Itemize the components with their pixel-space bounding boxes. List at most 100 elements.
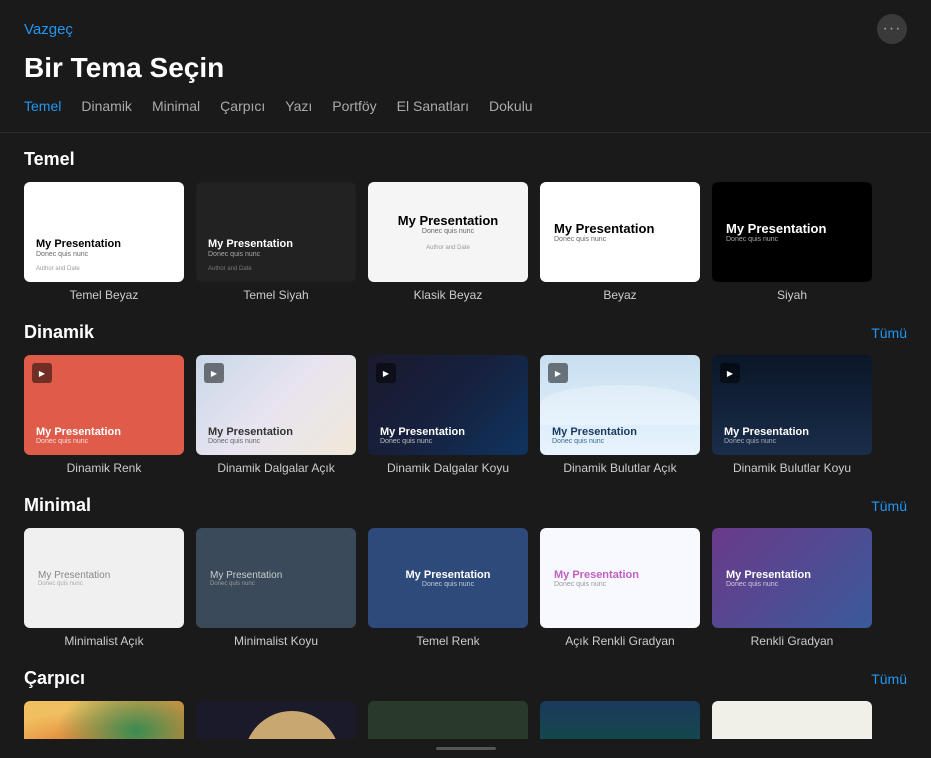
theme-bulutlar-koyu[interactable]: My Presentation Donec quis nunc Dinamik … [712, 355, 872, 475]
theme-renkli-gradyan[interactable]: My Presentation Donec quis nunc Renkli G… [712, 528, 872, 648]
theme-thumb-carpici-4: Donec quis nunc MY PRESENTATION [540, 701, 700, 739]
play-icon [548, 363, 568, 383]
theme-label-dinamik-renk: Dinamik Renk [67, 461, 142, 475]
theme-carpici-2[interactable]: MY PRESENTATION [196, 701, 356, 739]
dinamik-section-title: Dinamik [24, 322, 94, 343]
minimal-section: Minimal Tümü My Presentation Donec quis … [24, 495, 907, 648]
theme-subtitle: Donec quis nunc [726, 236, 858, 243]
theme-thumb-bulutlar-acik: My Presentation Donec quis nunc [540, 355, 700, 455]
theme-label-minimal-acik: Minimalist Açık [64, 634, 143, 648]
minimal-all-button[interactable]: Tümü [871, 498, 907, 514]
theme-label-bulutlar-acik: Dinamik Bulutlar Açık [563, 461, 676, 475]
temel-section: Temel My Presentation Donec quis nunc Au… [24, 149, 907, 302]
theme-beyaz[interactable]: My Presentation Donec quis nunc Beyaz [540, 182, 700, 302]
theme-carpici-5[interactable]: DONEC QUIS NUNC MY PRESENTATION [712, 701, 872, 739]
theme-thumb-minimal-koyu: My Presentation Donec quis nunc [196, 528, 356, 628]
theme-carpici-4[interactable]: Donec quis nunc MY PRESENTATION [540, 701, 700, 739]
theme-thumb-dalgalar-koyu: My Presentation Donec quis nunc [368, 355, 528, 455]
theme-label-beyaz: Beyaz [603, 288, 636, 302]
carpici-theme-grid: MY PRESENTATION MY PRESENTATION MY PRESE… [24, 701, 907, 739]
theme-dinamik-renk[interactable]: My Presentation Donec quis nunc Dinamik … [24, 355, 184, 475]
minimal-section-header: Minimal Tümü [24, 495, 907, 516]
theme-thumb-dalgalar-acik: My Presentation Donec quis nunc [196, 355, 356, 455]
theme-label-dalgalar-acik: Dinamik Dalgalar Açık [217, 461, 334, 475]
theme-title: My Presentation [726, 221, 858, 236]
theme-thumb-temel-renk: My Presentation Donec quis nunc [368, 528, 528, 628]
scroll-indicator [0, 739, 931, 758]
theme-label-minimal-koyu: Minimalist Koyu [234, 634, 318, 648]
theme-dalgalar-acik[interactable]: My Presentation Donec quis nunc Dinamik … [196, 355, 356, 475]
theme-klasik-beyaz[interactable]: My Presentation Donec quis nunc Author a… [368, 182, 528, 302]
filter-tab-portfolyo[interactable]: Portföy [332, 96, 376, 116]
play-icon [720, 363, 740, 383]
carpici-all-button[interactable]: Tümü [871, 671, 907, 687]
dinamik-theme-grid: My Presentation Donec quis nunc Dinamik … [24, 355, 907, 475]
theme-thumb-temel-siyah: My Presentation Donec quis nunc Author a… [196, 182, 356, 282]
temel-section-title: Temel [24, 149, 75, 170]
theme-label-renkli-gradyan: Renkli Gradyan [751, 634, 834, 648]
theme-subtitle: Donec quis nunc [208, 438, 344, 445]
theme-subtitle: Donec quis nunc [552, 438, 688, 445]
filter-tab-dokulu[interactable]: Dokulu [489, 96, 533, 116]
theme-label-klasik-beyaz: Klasik Beyaz [414, 288, 483, 302]
theme-carpici-1[interactable]: MY PRESENTATION [24, 701, 184, 739]
theme-title: My Presentation [552, 426, 688, 438]
theme-title: My Presentation [554, 569, 686, 581]
theme-bulutlar-acik[interactable]: My Presentation Donec quis nunc Dinamik … [540, 355, 700, 475]
theme-title: My Presentation [208, 426, 344, 438]
theme-title: My Presentation [208, 238, 344, 251]
filter-tab-dinamik[interactable]: Dinamik [81, 96, 132, 116]
theme-temel-renk[interactable]: My Presentation Donec quis nunc Temel Re… [368, 528, 528, 648]
theme-thumb-siyah: My Presentation Donec quis nunc [712, 182, 872, 282]
play-icon [376, 363, 396, 383]
theme-subtitle: Donec quis nunc [726, 581, 858, 588]
dinamik-all-button[interactable]: Tümü [871, 325, 907, 341]
theme-siyah[interactable]: My Presentation Donec quis nunc Siyah [712, 182, 872, 302]
theme-dalgalar-koyu[interactable]: My Presentation Donec quis nunc Dinamik … [368, 355, 528, 475]
theme-minimal-acik[interactable]: My Presentation Donec quis nunc Minimali… [24, 528, 184, 648]
theme-minimal-koyu[interactable]: My Presentation Donec quis nunc Minimali… [196, 528, 356, 648]
theme-label-dalgalar-koyu: Dinamik Dalgalar Koyu [387, 461, 509, 475]
scroll-dot [436, 747, 496, 750]
theme-thumb-carpici-5: DONEC QUIS NUNC MY PRESENTATION [712, 701, 872, 739]
play-icon [204, 363, 224, 383]
filter-tab-temel[interactable]: Temel [24, 96, 61, 116]
theme-title: My Presentation [210, 570, 342, 581]
theme-subtitle: Donec quis nunc [38, 581, 170, 587]
theme-carpici-3[interactable]: MY PRESENTATION [368, 701, 528, 739]
dinamik-section-header: Dinamik Tümü [24, 322, 907, 343]
theme-subtitle: Donec quis nunc [36, 251, 172, 258]
theme-thumb-carpici-1: MY PRESENTATION [24, 701, 184, 739]
theme-thumb-renkli-gradyan: My Presentation Donec quis nunc [712, 528, 872, 628]
theme-acik-renkli[interactable]: My Presentation Donec quis nunc Açık Ren… [540, 528, 700, 648]
theme-title: My Presentation [36, 426, 172, 438]
minimal-section-title: Minimal [24, 495, 91, 516]
dots-icon: ··· [883, 20, 902, 38]
more-options-button[interactable]: ··· [877, 14, 907, 44]
theme-title: My Presentation [38, 570, 170, 581]
play-icon [32, 363, 52, 383]
theme-thumb-temel-beyaz: My Presentation Donec quis nunc Author a… [24, 182, 184, 282]
theme-temel-siyah[interactable]: My Presentation Donec quis nunc Author a… [196, 182, 356, 302]
filter-tab-minimal[interactable]: Minimal [152, 96, 200, 116]
temel-theme-grid: My Presentation Donec quis nunc Author a… [24, 182, 907, 302]
theme-title: My Presentation [726, 569, 858, 581]
theme-thumb-carpici-3: MY PRESENTATION [368, 701, 528, 739]
theme-subtitle: Donec quis nunc [422, 581, 474, 588]
filter-tab-carpici[interactable]: Çarpıcı [220, 96, 265, 116]
theme-subtitle: Donec quis nunc [380, 438, 516, 445]
theme-thumb-klasik-beyaz: My Presentation Donec quis nunc Author a… [368, 182, 528, 282]
theme-thumb-beyaz: My Presentation Donec quis nunc [540, 182, 700, 282]
theme-title: My Presentation [724, 426, 860, 438]
carpici-section: Çarpıcı Tümü MY PRESENTATION MY PRESENTA… [24, 668, 907, 739]
theme-label-siyah: Siyah [777, 288, 807, 302]
filter-tab-el-sanatlari[interactable]: El Sanatları [397, 96, 469, 116]
theme-footer: Author and Date [36, 266, 172, 272]
theme-temel-beyaz[interactable]: My Presentation Donec quis nunc Author a… [24, 182, 184, 302]
theme-label-temel-siyah: Temel Siyah [243, 288, 308, 302]
filter-tab-yazi[interactable]: Yazı [285, 96, 312, 116]
theme-subtitle: Donec quis nunc [554, 236, 686, 243]
theme-label-temel-beyaz: Temel Beyaz [70, 288, 139, 302]
theme-subtitle: Donec quis nunc [210, 581, 342, 587]
cancel-button[interactable]: Vazgeç [24, 21, 73, 38]
